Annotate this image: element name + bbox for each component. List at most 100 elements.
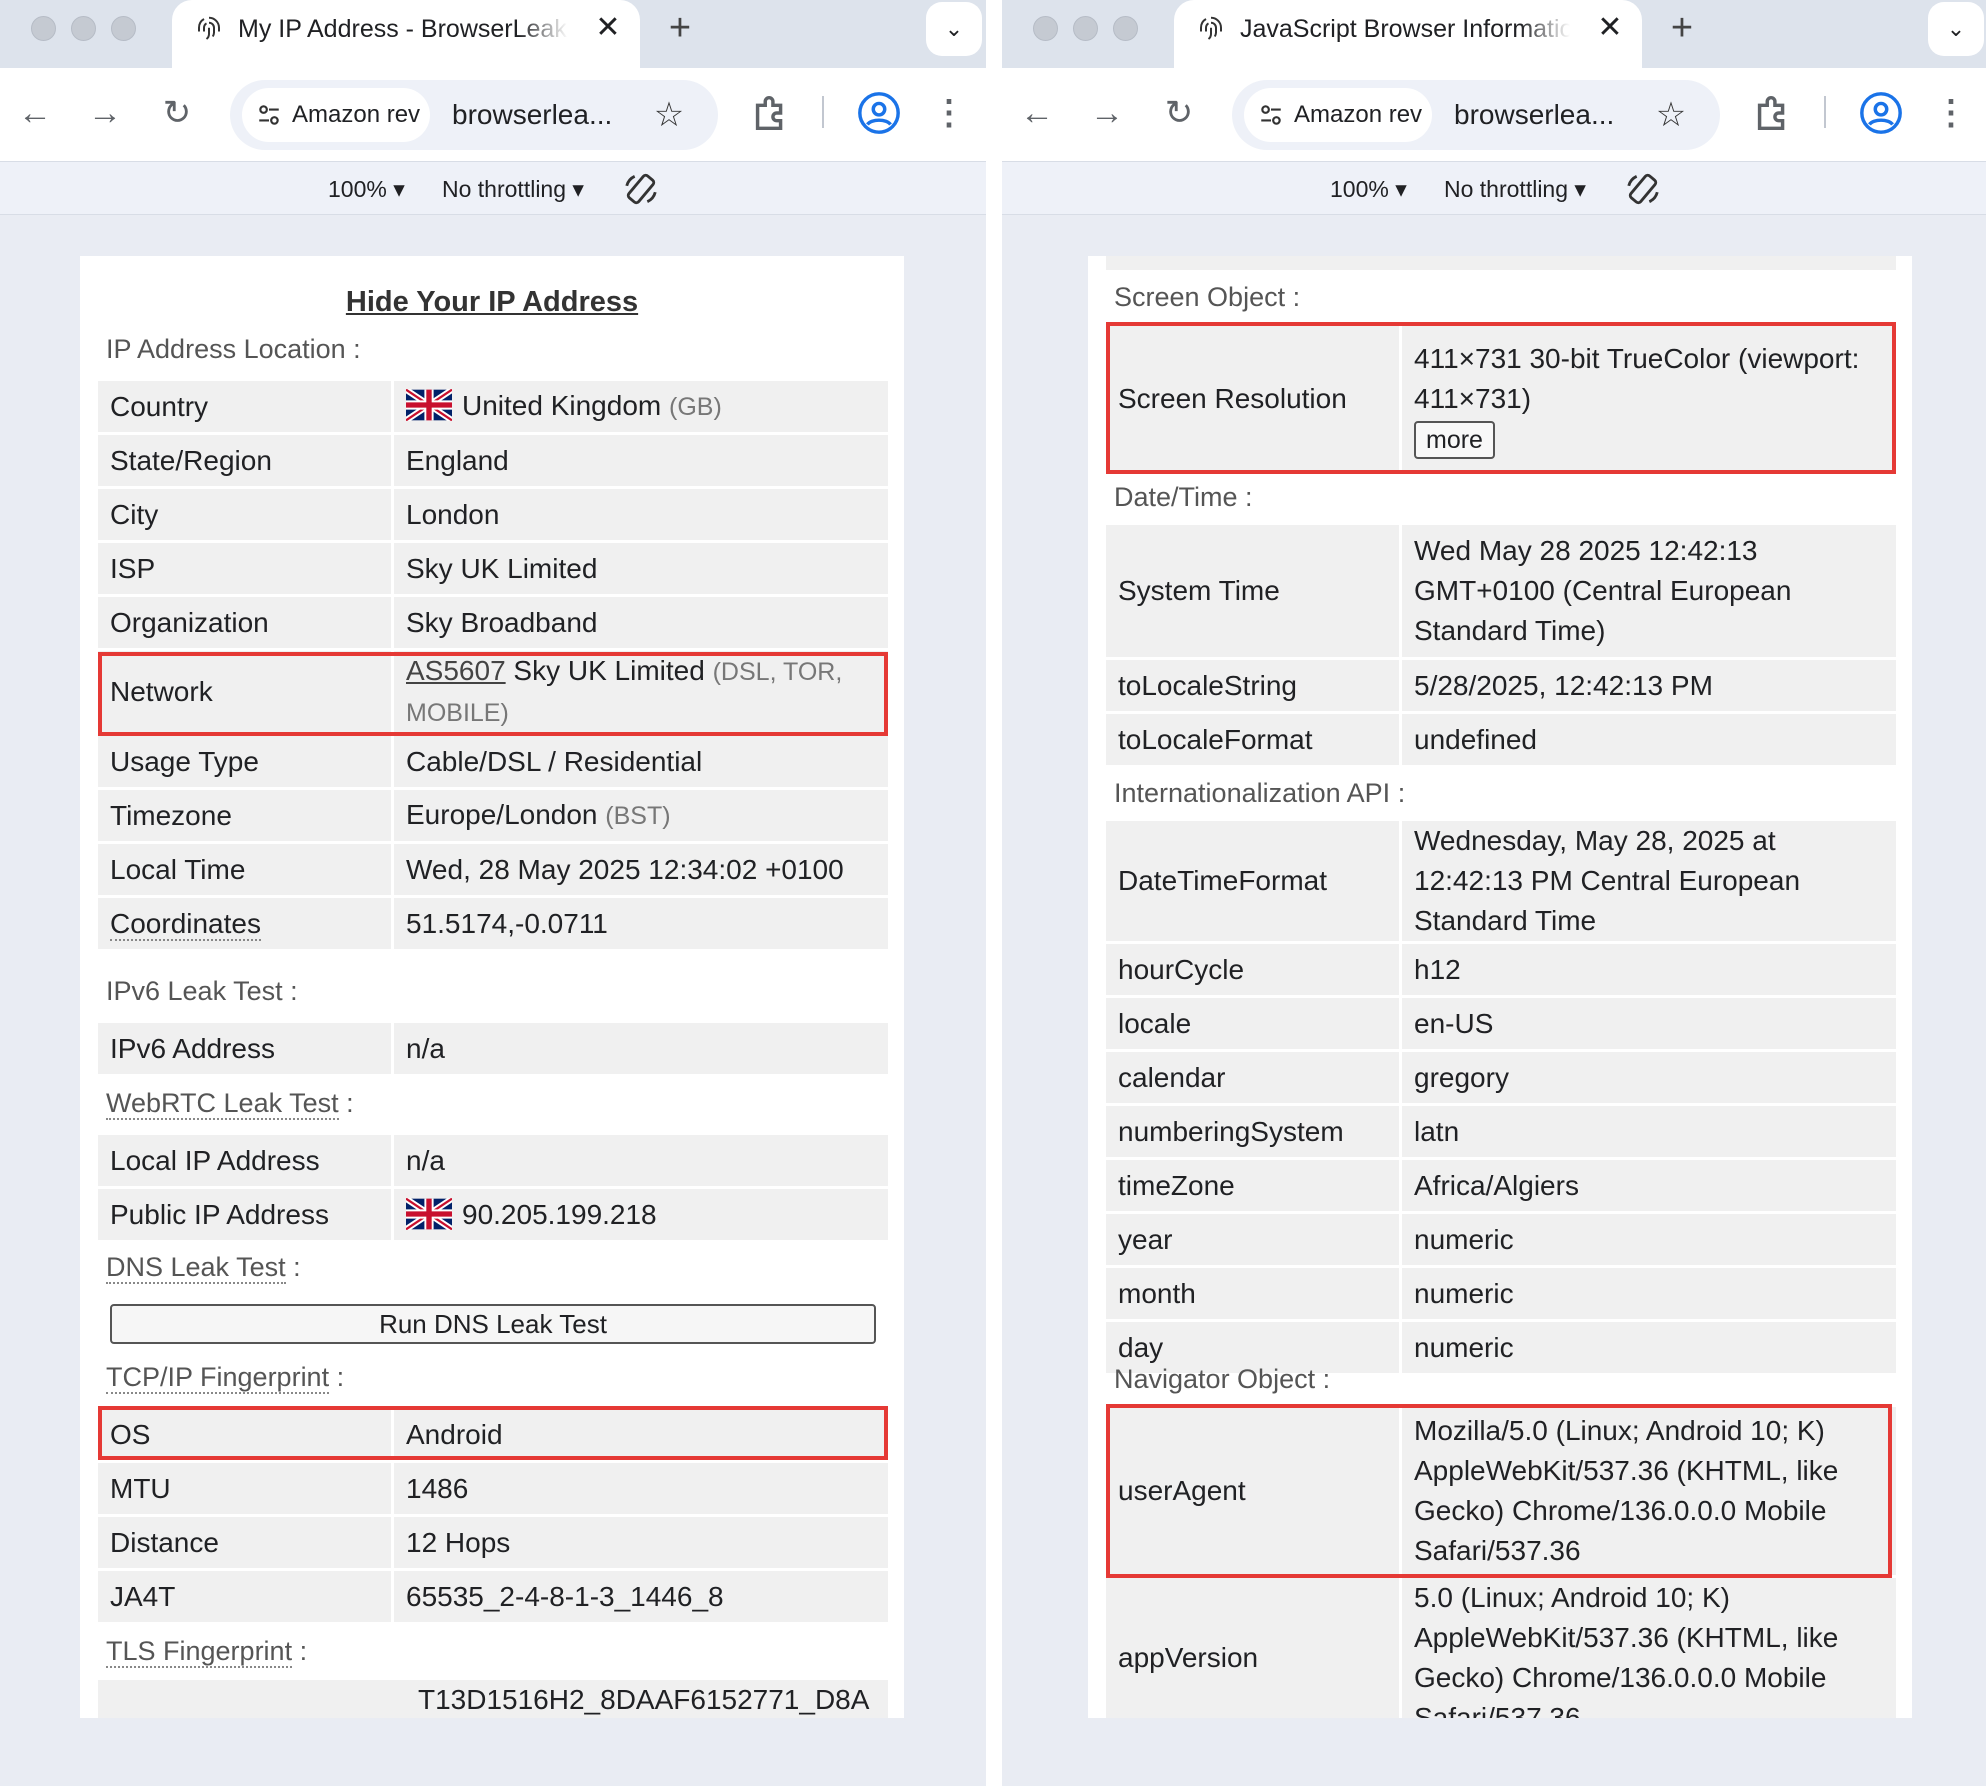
back-icon[interactable]: ← [1014, 90, 1060, 136]
tab-search-chevron-icon[interactable]: ⌄ [926, 2, 982, 56]
row-key-label: Screen Resolution [1118, 383, 1347, 414]
ip-location-row: Organization Sky Broadband [98, 597, 888, 648]
screen-row: Screen Resolution 411×731 30-bit TrueColo… [1106, 325, 1896, 473]
forward-icon[interactable]: → [82, 90, 128, 136]
webrtc-table: Local IP Address n/a Public IP Address 90.2… [98, 1132, 888, 1243]
reload-icon[interactable]: ↻ [154, 90, 200, 136]
row-key: Local IP Address [98, 1135, 394, 1186]
screen-table: Screen Resolution 411×731 30-bit TrueColo… [1106, 322, 1896, 476]
row-value: Wed May 28 2025 12:42:13 GMT+0100 (Centr… [1402, 525, 1896, 657]
row-value: en-US [1402, 998, 1896, 1049]
row-value-text: n/a [406, 1144, 445, 1176]
rotate-icon[interactable] [622, 170, 660, 208]
tab-search-chevron-icon[interactable]: ⌄ [1928, 2, 1984, 56]
window-gap [986, 0, 1002, 1786]
row-value: 1486 [394, 1463, 888, 1514]
row-value: London [394, 489, 888, 540]
extensions-icon[interactable] [1750, 90, 1796, 136]
uk-flag-icon [406, 389, 452, 421]
row-value-text: 12 Hops [406, 1526, 511, 1558]
site-info-chip[interactable]: Amazon rev [242, 88, 430, 142]
address-bar[interactable]: Amazon rev browserlea... ☆ [230, 80, 718, 150]
tune-icon [1261, 105, 1281, 125]
row-value-text: 90.205.199.218 [462, 1198, 657, 1230]
close-window-button[interactable] [31, 16, 56, 41]
row-key: year [1106, 1214, 1402, 1265]
page-title: Hide Your IP Address [345, 286, 639, 318]
throttling-select[interactable]: No throttling ▾ [442, 172, 584, 206]
ipv6-row: IPv6 Address n/a [98, 1023, 888, 1074]
tab-title: JavaScript Browser Information [1240, 15, 1570, 43]
window-controls [1033, 16, 1138, 41]
address-bar[interactable]: Amazon rev browserlea... ☆ [1232, 80, 1720, 150]
row-key: IPv6 Address [98, 1023, 394, 1074]
bookmark-star-icon[interactable]: ☆ [1648, 92, 1694, 138]
row-value-text: Sky UK Limited [513, 655, 705, 686]
run-dns-leak-test-button[interactable]: Run DNS Leak Test [110, 1304, 876, 1344]
tcpip-row: MTU 1486 [98, 1463, 888, 1514]
section-tls: TLS Fingerprint : [106, 1636, 307, 1668]
rotate-icon[interactable] [1624, 170, 1662, 208]
datetime-row: System Time Wed May 28 2025 12:42:13 GMT+… [1106, 525, 1896, 657]
active-tab[interactable]: JavaScript Browser Information ✕ [1174, 0, 1642, 68]
minimize-window-button[interactable] [71, 16, 96, 41]
row-key-label: Public IP Address [110, 1198, 329, 1230]
row-key: userAgent [1106, 1407, 1402, 1575]
row-value-text: Europe/London [406, 799, 598, 830]
back-icon[interactable]: ← [12, 90, 58, 136]
row-value: gregory [1402, 1052, 1896, 1103]
row-value: 51.5174,-0.0711 [394, 898, 888, 949]
browser-toolbar: ← → ↻ Amazon rev browserlea... ☆ ⋮ [0, 68, 986, 161]
intl-row: hourCycle h12 [1106, 944, 1896, 995]
row-key: OS [98, 1409, 394, 1460]
profile-icon[interactable] [1858, 90, 1904, 136]
extensions-icon[interactable] [748, 90, 794, 136]
minimize-window-button[interactable] [1073, 16, 1098, 41]
menu-icon[interactable]: ⋮ [1928, 90, 1974, 136]
webrtc-row: Public IP Address 90.205.199.218 [98, 1189, 888, 1240]
zoom-select[interactable]: 100% ▾ [1330, 172, 1407, 206]
forward-icon[interactable]: → [1084, 90, 1130, 136]
row-value-text: Mozilla/5.0 (Linux; Android 10; K) Apple… [1414, 1415, 1839, 1566]
active-tab[interactable]: My IP Address - BrowserLeaks ✕ [172, 0, 640, 68]
row-key-label: Coordinates [110, 907, 261, 941]
row-key-label: Local Time [110, 853, 246, 885]
row-key: toLocaleFormat [1106, 714, 1402, 765]
network-asn-link[interactable]: AS5607 [406, 655, 506, 686]
throttling-select[interactable]: No throttling ▾ [1444, 172, 1586, 206]
intl-table: DateTimeFormat Wednesday, May 28, 2025 at… [1106, 818, 1896, 1376]
row-key: DateTimeFormat [1106, 821, 1402, 941]
section-screen: Screen Object : [1114, 282, 1300, 313]
row-value: Android [394, 1409, 888, 1460]
toolbar-divider [822, 96, 824, 128]
close-window-button[interactable] [1033, 16, 1058, 41]
more-button[interactable]: more [1414, 421, 1495, 459]
profile-icon[interactable] [856, 90, 902, 136]
url-text[interactable]: browserlea... [452, 80, 612, 150]
section-ipv6: IPv6 Leak Test : [106, 976, 298, 1007]
new-tab-icon[interactable]: + [658, 8, 702, 52]
zoom-window-button[interactable] [1113, 16, 1138, 41]
row-key: timeZone [1106, 1160, 1402, 1211]
intl-row: DateTimeFormat Wednesday, May 28, 2025 at… [1106, 821, 1896, 941]
bookmark-star-icon[interactable]: ☆ [646, 92, 692, 138]
site-info-chip[interactable]: Amazon rev [1244, 88, 1432, 142]
row-value: Cable/DSL / Residential [394, 736, 888, 787]
new-tab-icon[interactable]: + [1660, 8, 1704, 52]
row-key-label: Timezone [110, 799, 232, 831]
ip-location-row: Usage Type Cable/DSL / Residential [98, 736, 888, 787]
row-key-label: calendar [1118, 1061, 1226, 1093]
row-value: 12 Hops [394, 1517, 888, 1568]
close-tab-icon[interactable]: ✕ [1592, 10, 1628, 46]
row-key: JA4T [98, 1571, 394, 1622]
zoom-window-button[interactable] [111, 16, 136, 41]
close-tab-icon[interactable]: ✕ [590, 10, 626, 46]
row-value: Sky Broadband [394, 597, 888, 648]
reload-icon[interactable]: ↻ [1156, 90, 1202, 136]
row-key: ISP [98, 543, 394, 594]
menu-icon[interactable]: ⋮ [926, 90, 972, 136]
zoom-select[interactable]: 100% ▾ [328, 172, 405, 206]
url-text[interactable]: browserlea... [1454, 80, 1614, 150]
intl-row: locale en-US [1106, 998, 1896, 1049]
chip-label: Amazon rev [1294, 101, 1423, 128]
